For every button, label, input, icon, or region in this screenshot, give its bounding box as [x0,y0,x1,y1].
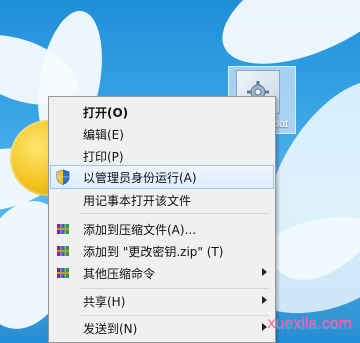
menu-item-add-to-archive[interactable]: 添加到压缩文件(A)... [51,218,273,240]
menu-item-label: 打开(O) [83,106,129,120]
shield-icon [55,169,71,185]
menu-item-share[interactable]: 共享(H) [51,290,273,312]
menu-item-label: 发送到(N) [83,322,138,336]
winrar-icon [55,243,71,259]
menu-item-edit[interactable]: 编辑(E) [51,123,273,145]
submenu-arrow-icon [262,323,267,331]
winrar-icon [55,221,71,237]
context-menu: 打开(O) 编辑(E) 打印(P) 以管理员身份运行(A) 用记事本打开该文件 [48,96,276,343]
menu-item-label: 以管理员身份运行(A) [83,171,197,185]
site-watermark: xuexila.com [267,315,352,332]
menu-item-run-as-admin[interactable]: 以管理员身份运行(A) [50,165,274,189]
menu-item-label: 编辑(E) [83,128,124,142]
menu-item-label: 共享(H) [83,295,126,309]
menu-item-label: 用记事本打开该文件 [83,194,192,208]
menu-item-label: 其他压缩命令 [83,267,156,281]
menu-item-label: 打印(P) [83,150,124,164]
menu-separator [79,315,269,316]
submenu-arrow-icon [262,268,267,276]
menu-item-open-with-notepad[interactable]: 用记事本打开该文件 [51,189,273,211]
winrar-icon [55,265,71,281]
menu-item-other-compress-commands[interactable]: 其他压缩命令 [51,262,273,284]
menu-separator [79,288,269,289]
menu-item-send-to[interactable]: 发送到(N) [51,317,273,339]
menu-item-label: 添加到 "更改密钥.zip" (T) [83,245,224,259]
submenu-arrow-icon [262,296,267,304]
menu-item-add-to-zip[interactable]: 添加到 "更改密钥.zip" (T) [51,240,273,262]
menu-separator [79,213,269,214]
menu-item-label: 添加到压缩文件(A)... [83,223,197,237]
menu-item-open[interactable]: 打开(O) [51,101,273,123]
menu-item-print[interactable]: 打印(P) [51,145,273,167]
